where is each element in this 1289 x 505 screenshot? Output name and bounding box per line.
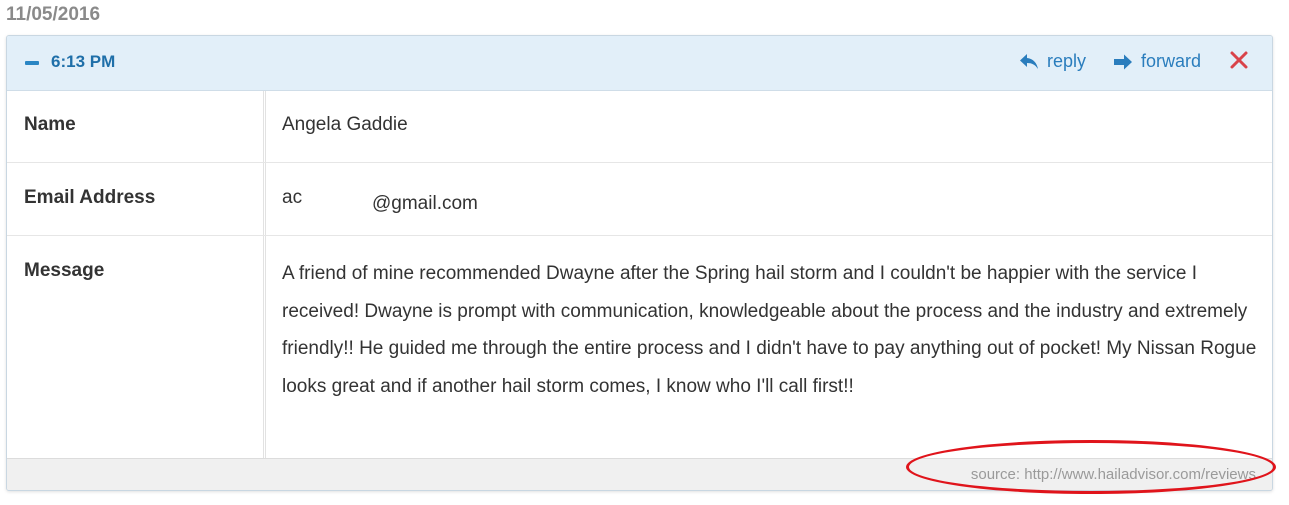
message-label: Message <box>24 260 105 281</box>
name-label: Name <box>24 114 76 135</box>
close-button[interactable] <box>1229 50 1249 75</box>
email-local-part: ac <box>282 187 303 208</box>
card-footer: source: http://www.hailadvisor.com/revie… <box>7 458 1272 490</box>
card-header: 6:13 PM reply forward <box>7 36 1272 91</box>
message-body: A friend of mine recommended Dwayne afte… <box>282 263 1257 397</box>
email-domain: @gmail.com <box>372 193 478 214</box>
forward-label: forward <box>1141 51 1202 71</box>
source-link[interactable]: source: http://www.hailadvisor.com/revie… <box>971 466 1256 483</box>
date-heading: 11/05/2016 <box>6 4 101 25</box>
message-time: 6:13 PM <box>51 52 116 71</box>
reply-label: reply <box>1047 51 1087 71</box>
close-x-icon <box>1230 51 1248 69</box>
name-value: Angela Gaddie <box>282 114 408 135</box>
minus-icon[interactable] <box>25 61 39 65</box>
email-label: Email Address <box>24 187 156 208</box>
reply-arrow-icon <box>1020 53 1038 69</box>
forward-button[interactable]: forward <box>1113 51 1201 72</box>
forward-arrow-icon <box>1114 54 1132 69</box>
name-row: Name Angela Gaddie <box>7 91 1272 163</box>
reply-button[interactable]: reply <box>1019 51 1086 72</box>
email-value: ac @gmail.com <box>282 187 478 215</box>
email-row: Email Address ac @gmail.com <box>7 162 1272 236</box>
message-card: 6:13 PM reply forward Name Angela Gaddie… <box>6 35 1273 491</box>
